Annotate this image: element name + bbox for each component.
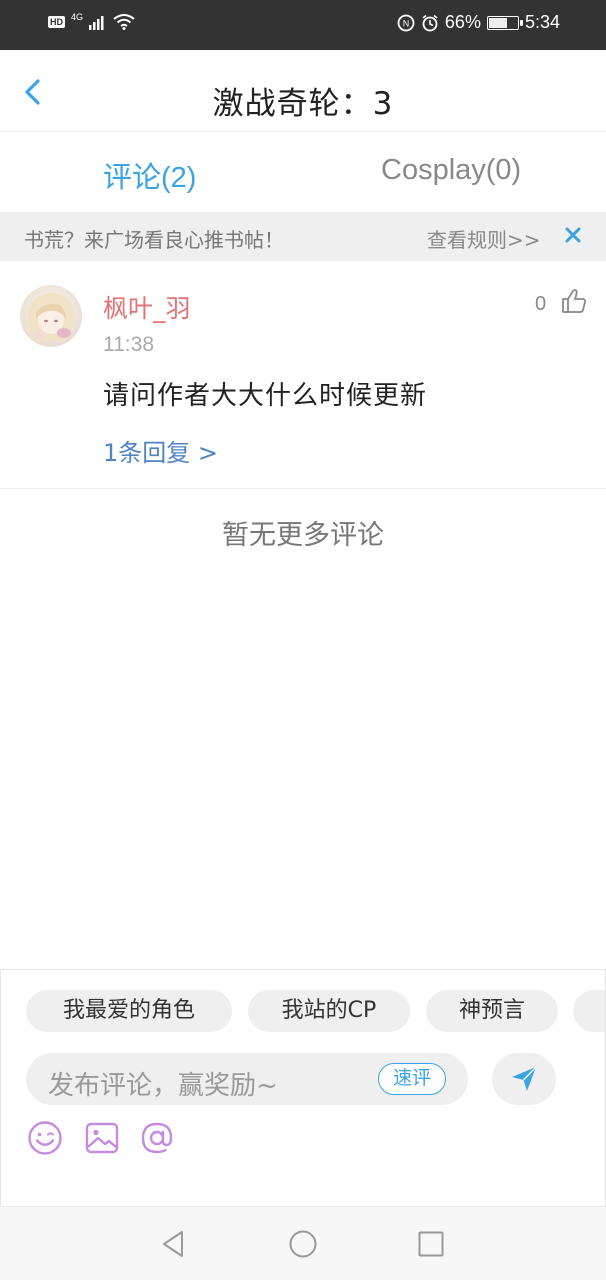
notice-text[interactable]: 书荒？来广场看良心推书帖！ (24, 224, 284, 253)
svg-text:N: N (403, 18, 410, 28)
avatar[interactable] (20, 285, 82, 347)
hd-badge: HD (48, 16, 65, 28)
notice-banner: 书荒？来广场看良心推书帖！ 查看规则>> (0, 212, 606, 261)
system-nav-bar (0, 1206, 606, 1280)
comment-input-placeholder: 发布评论，赢奖励~ (48, 1071, 278, 1101)
signal-icon (89, 16, 104, 30)
tab-bar: 评论(2) Cosplay(0) (0, 132, 606, 212)
status-right: N 66% 5:34 (397, 12, 560, 33)
battery-icon (486, 15, 523, 30)
replies-link[interactable]: 1条回复 > (103, 433, 218, 468)
close-icon[interactable] (563, 225, 583, 245)
nav-recent-apps-icon[interactable] (416, 1229, 446, 1259)
no-more-comments: 暂无更多评论 (222, 520, 384, 551)
comment-text: 请问作者大大什么时候更新 (103, 381, 428, 411)
alarm-icon (422, 14, 438, 31)
thumbs-up-icon[interactable] (560, 287, 588, 315)
nav-home-icon[interactable] (288, 1229, 318, 1259)
tab-cosplay[interactable]: Cosplay(0) (381, 154, 521, 187)
send-button[interactable] (492, 1053, 556, 1105)
quick-topic-chip[interactable]: 神预言 (426, 990, 558, 1032)
quick-topic-chip-overflow[interactable] (573, 990, 605, 1032)
battery-level (488, 17, 507, 28)
nav-back-icon[interactable] (158, 1229, 188, 1259)
battery-percent: 66% (444, 12, 481, 32)
data-saver-icon: N (397, 14, 415, 31)
emoji-icon[interactable] (27, 1120, 63, 1156)
header: 激战奇轮：3 (0, 50, 606, 132)
send-icon (512, 1066, 537, 1091)
quick-topic-chip[interactable]: 我站的CP (248, 990, 410, 1032)
comment-input[interactable]: 发布评论，赢奖励~ 速评 (26, 1053, 468, 1105)
view-rules-link[interactable]: 查看规则>> (427, 224, 541, 253)
comment-username[interactable]: 枫叶_羽 (103, 289, 191, 325)
wifi-icon (113, 14, 135, 30)
comment-time: 11:38 (103, 333, 154, 356)
like-count: 0 (535, 293, 547, 315)
tab-comments[interactable]: 评论(2) (103, 154, 196, 196)
quick-comment-button[interactable]: 速评 (378, 1063, 446, 1095)
network-label: 4G (71, 12, 84, 22)
clock: 5:34 (524, 12, 560, 32)
status-bar: HD 4G N 66% 5:34 (0, 0, 606, 50)
at-mention-icon[interactable] (139, 1120, 175, 1156)
status-left: HD 4G (48, 12, 135, 30)
compose-panel: 我最爱的角色 我站的CP 神预言 发布评论，赢奖励~ 速评 (0, 969, 606, 1206)
quick-topic-chip[interactable]: 我最爱的角色 (26, 990, 232, 1032)
comment-item: 枫叶_羽 11:38 请问作者大大什么时候更新 1条回复 > 0 (0, 261, 606, 489)
page-title: 激战奇轮：3 (212, 86, 394, 122)
image-icon[interactable] (84, 1120, 120, 1156)
